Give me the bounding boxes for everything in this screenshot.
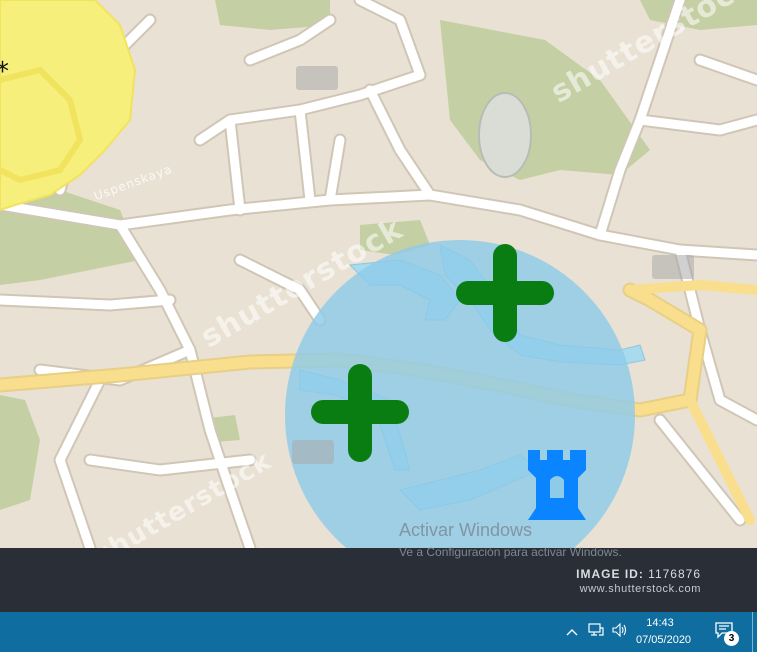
notification-badge: 3 bbox=[724, 631, 739, 646]
image-id: IMAGE ID: 1176876 bbox=[576, 567, 701, 581]
svg-text:*: * bbox=[0, 57, 9, 87]
stock-site: www.shutterstock.com bbox=[579, 583, 701, 595]
show-desktop-button[interactable] bbox=[752, 612, 753, 652]
activation-title: Activar Windows bbox=[399, 520, 533, 540]
volume-icon[interactable] bbox=[612, 622, 628, 641]
taskbar-clock[interactable]: 14:43 07/05/2020 bbox=[636, 615, 692, 649]
chevron-up-icon[interactable] bbox=[566, 625, 578, 640]
network-icon[interactable] bbox=[588, 623, 604, 641]
castle-tower-icon[interactable] bbox=[528, 450, 586, 520]
pond bbox=[478, 92, 532, 178]
clock-date: 07/05/2020 bbox=[636, 634, 692, 646]
image-id-value: 1176876 bbox=[648, 567, 701, 581]
clock-time: 14:43 bbox=[646, 617, 674, 629]
activation-subtitle: Ve a Configuración para activar Windows. bbox=[399, 545, 622, 559]
image-id-label: IMAGE ID: bbox=[576, 567, 644, 581]
tray-icons bbox=[566, 612, 628, 652]
